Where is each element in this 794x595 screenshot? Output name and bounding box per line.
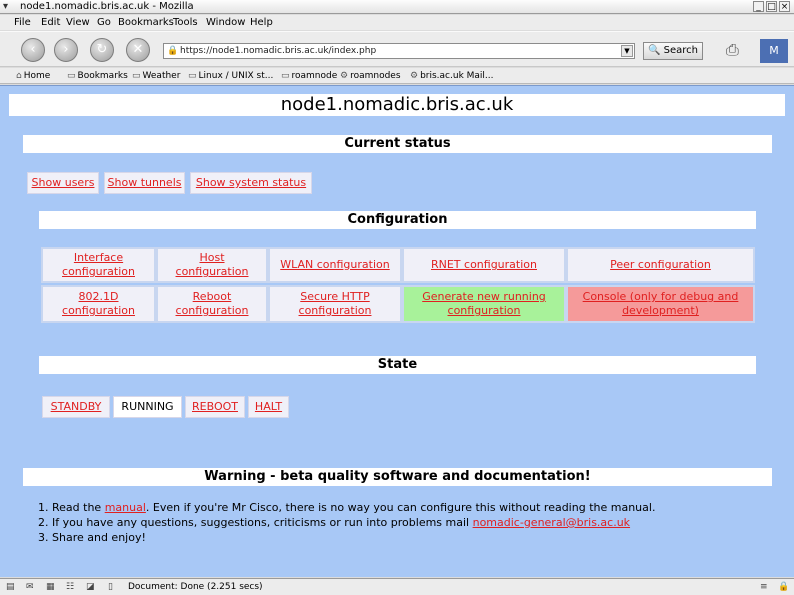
reboot-configuration-link[interactable]: Reboot configuration xyxy=(156,285,268,323)
menu-window[interactable]: Window xyxy=(206,15,245,30)
show-system-status-button[interactable]: Show system status xyxy=(190,172,312,194)
status-text: Document: Done (2.251 secs) xyxy=(128,582,263,592)
back-arrow-icon: ‹ xyxy=(30,42,36,57)
forward-button[interactable]: › xyxy=(54,38,78,62)
manual-link[interactable]: manual xyxy=(105,501,146,514)
search-button[interactable]: 🔍 Search xyxy=(643,42,703,60)
url-dropdown-icon[interactable]: ▼ xyxy=(621,45,633,57)
stop-icon: ✕ xyxy=(132,42,144,57)
folder-icon: ▭ xyxy=(188,71,197,81)
url-text[interactable]: https://node1.nomadic.bris.ac.uk/index.p… xyxy=(180,44,376,58)
folder-icon: ▭ xyxy=(132,71,141,81)
chat-icon[interactable]: ◪ xyxy=(86,579,95,595)
state-heading: State xyxy=(39,356,756,374)
halt-button[interactable]: HALT xyxy=(248,396,289,418)
menu-go[interactable]: Go xyxy=(97,15,111,30)
show-tunnels-button[interactable]: Show tunnels xyxy=(104,172,185,194)
page-title: node1.nomadic.bris.ac.uk xyxy=(9,94,785,116)
generate-running-configuration-link[interactable]: Generate new running configuration xyxy=(402,285,566,323)
bookmark-roamnodes[interactable]: ⚙ roamnodes xyxy=(340,68,401,84)
composer-icon[interactable]: ▦ xyxy=(46,579,55,595)
lock-icon: 🔒 xyxy=(167,46,179,56)
running-state-label: RUNNING xyxy=(113,396,182,418)
list-item: 2. If you have any questions, suggestion… xyxy=(38,516,631,529)
menu-bar: File Edit View Go Bookmarks Tools Window… xyxy=(0,15,794,30)
window-title: node1.nomadic.bris.ac.uk - Mozilla xyxy=(20,1,194,12)
bookmark-bris-mail[interactable]: ⚙ bris.ac.uk Mail... xyxy=(410,68,494,84)
reload-button[interactable]: ↻ xyxy=(90,38,114,62)
secure-http-configuration-link[interactable]: Secure HTTP configuration xyxy=(268,285,402,323)
navigation-toolbar: ‹ › ↻ ✕ 🔒 https://node1.nomadic.bris.ac.… xyxy=(0,31,794,67)
rnet-configuration-link[interactable]: RNET configuration xyxy=(402,247,566,283)
window-controls: _ □ × xyxy=(753,1,790,12)
offline-icon[interactable]: ▤ xyxy=(6,579,15,595)
current-status-heading: Current status xyxy=(23,135,772,153)
security-icon[interactable]: ▯ xyxy=(108,579,113,595)
maximize-button[interactable]: □ xyxy=(766,1,777,12)
interface-configuration-link[interactable]: Interface configuration xyxy=(41,247,156,283)
bookmark-home[interactable]: ⌂ Home xyxy=(16,68,50,84)
bookmark-linux-unix[interactable]: ▭ Linux / UNIX st... xyxy=(188,68,273,84)
reboot-button[interactable]: REBOOT xyxy=(185,396,245,418)
page-content: node1.nomadic.bris.ac.uk Current status … xyxy=(0,85,794,577)
menu-file[interactable]: File xyxy=(14,15,31,30)
show-users-button[interactable]: Show users xyxy=(27,172,99,194)
standby-button[interactable]: STANDBY xyxy=(42,396,110,418)
print-icon[interactable]: ⎙ xyxy=(726,40,739,60)
wlan-configuration-link[interactable]: WLAN configuration xyxy=(268,247,402,283)
configuration-heading: Configuration xyxy=(39,211,756,229)
forward-arrow-icon: › xyxy=(63,42,69,57)
list-item: 1. Read the manual. Even if you're Mr Ci… xyxy=(38,501,656,514)
reload-icon: ↻ xyxy=(96,42,108,57)
menu-view[interactable]: View xyxy=(66,15,90,30)
url-bar[interactable]: 🔒 https://node1.nomadic.bris.ac.uk/index… xyxy=(163,43,635,59)
bookmark-bookmarks[interactable]: ▭ Bookmarks xyxy=(67,68,128,84)
peer-configuration-link[interactable]: Peer configuration xyxy=(566,247,755,283)
link-icon: ⚙ xyxy=(410,71,419,81)
progress-icon: ≡ xyxy=(760,582,768,592)
bookmark-weather[interactable]: ▭ Weather xyxy=(132,68,180,84)
bookmarks-toolbar: ⌂ Home ▭ Bookmarks ▭ Weather ▭ Linux / UNIX … xyxy=(0,68,794,84)
folder-icon: ▭ xyxy=(67,71,76,81)
menu-help[interactable]: Help xyxy=(250,15,273,30)
menu-edit[interactable]: Edit xyxy=(41,15,60,30)
search-label: Search xyxy=(663,45,698,56)
throbber-icon[interactable]: M xyxy=(760,39,788,63)
home-icon: ⌂ xyxy=(16,71,22,81)
menu-bookmarks[interactable]: Bookmarks xyxy=(118,15,174,30)
notes-list: 1. Read the manual. Even if you're Mr Ci… xyxy=(38,500,655,545)
802-1d-configuration-link[interactable]: 802.1D configuration xyxy=(41,285,156,323)
folder-icon: ▭ xyxy=(281,71,290,81)
bookmark-roamnode[interactable]: ▭ roamnode xyxy=(281,68,337,84)
window-menu-icon[interactable]: ▾ xyxy=(3,0,8,14)
status-bar: ▤ ✉ ▦ ☷ ◪ ▯ Document: Done (2.251 secs) … xyxy=(0,578,794,595)
mail-icon[interactable]: ✉ xyxy=(26,579,34,595)
close-button[interactable]: × xyxy=(779,1,790,12)
lock-status-icon[interactable]: 🔒 xyxy=(778,579,789,595)
link-icon: ⚙ xyxy=(340,71,349,81)
console-link[interactable]: Console (only for debug and development) xyxy=(566,285,755,323)
host-configuration-link[interactable]: Host configuration xyxy=(156,247,268,283)
minimize-button[interactable]: _ xyxy=(753,1,764,12)
stop-button[interactable]: ✕ xyxy=(126,38,150,62)
addressbook-icon[interactable]: ☷ xyxy=(66,579,74,595)
list-item: 3. Share and enjoy! xyxy=(38,531,146,544)
window-titlebar: ▾ node1.nomadic.bris.ac.uk - Mozilla _ □… xyxy=(0,0,794,14)
search-icon: 🔍 xyxy=(648,45,661,56)
back-button[interactable]: ‹ xyxy=(21,38,45,62)
mailing-list-link[interactable]: nomadic-general@bris.ac.uk xyxy=(473,516,630,529)
menu-tools[interactable]: Tools xyxy=(173,15,198,30)
warning-heading: Warning - beta quality software and docu… xyxy=(23,468,772,486)
